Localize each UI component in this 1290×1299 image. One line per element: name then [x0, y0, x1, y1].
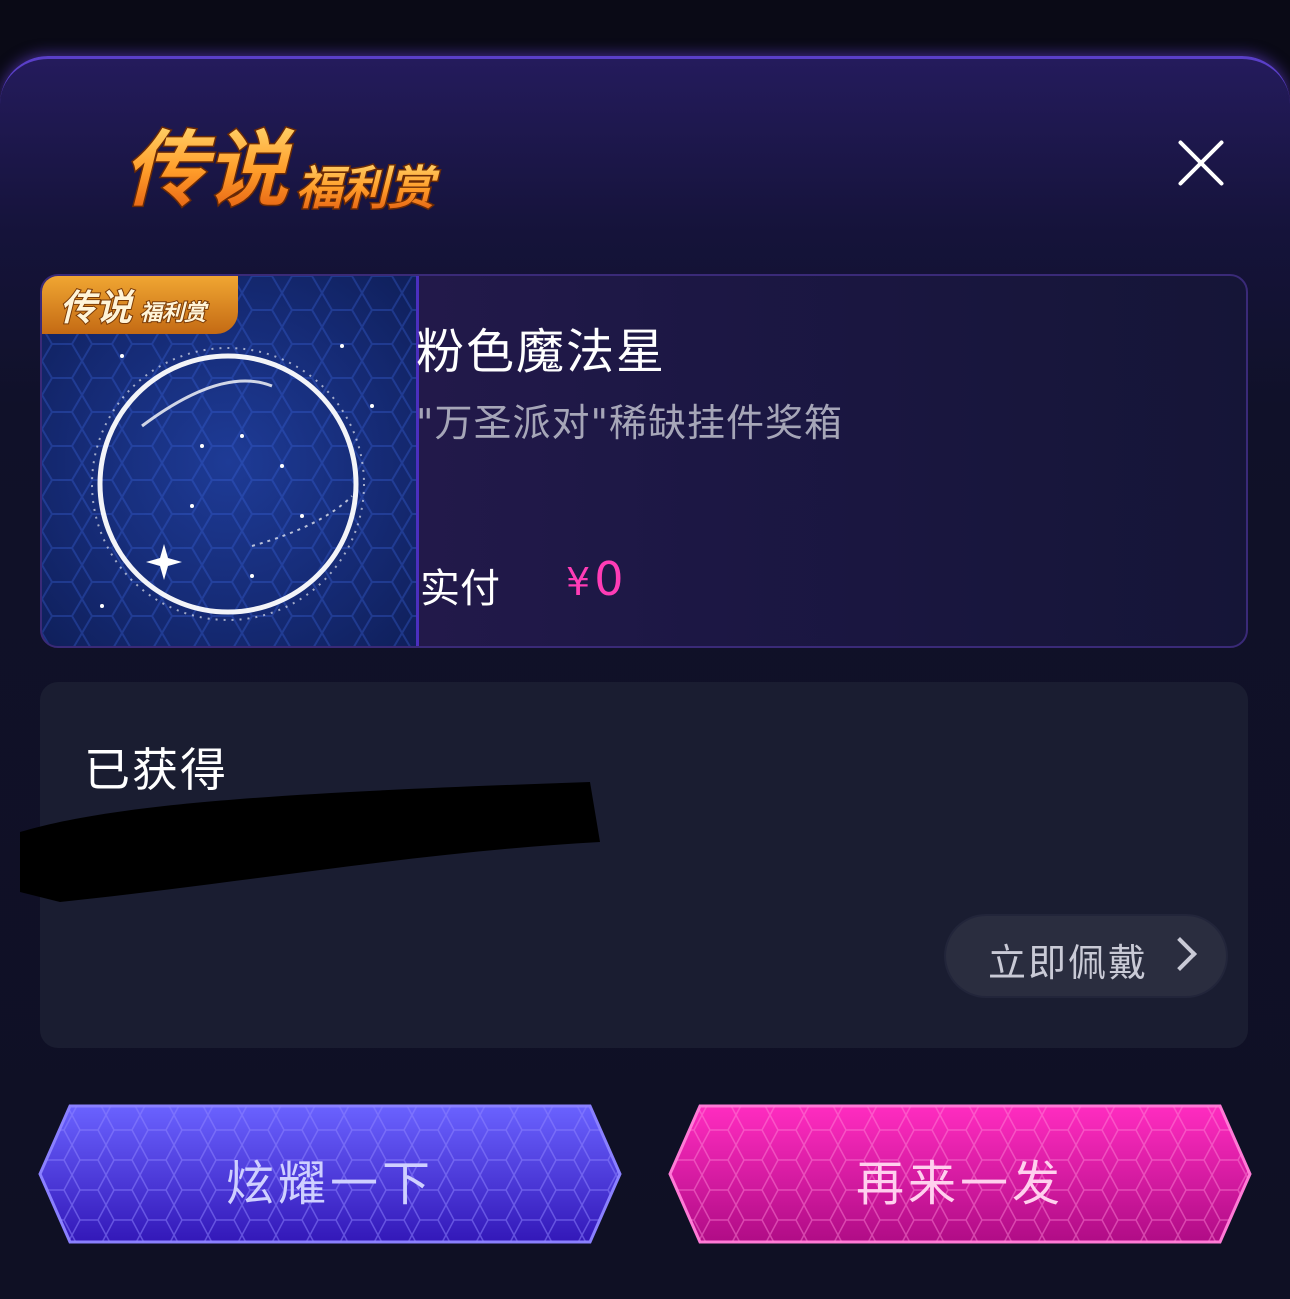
item-source: "万圣派对"稀缺挂件奖箱 — [416, 401, 843, 445]
svg-text:传说: 传说 — [124, 123, 295, 216]
pay-label: 实付 — [420, 566, 500, 612]
item-image: 传说 福利赏 — [42, 276, 419, 646]
wear-now-button[interactable]: 立即佩戴 — [946, 916, 1226, 996]
wear-now-label: 立即佩戴 — [988, 941, 1149, 985]
close-icon[interactable] — [1168, 130, 1234, 196]
svg-text:福利赏: 福利赏 — [296, 161, 440, 215]
item-name: 粉色魔法星 — [416, 324, 667, 380]
redaction-mark — [20, 782, 600, 902]
legend-welfare-badge: 传说 福利赏 — [42, 276, 238, 334]
obtained-panel: 已获得 立即佩戴 — [20, 682, 1248, 1048]
show-off-button[interactable]: 炫耀一下 — [38, 1100, 622, 1250]
legend-welfare-logo: 传说 福利赏 — [123, 122, 442, 217]
chevron-right-icon — [1163, 937, 1197, 971]
amount-value: 0 — [594, 552, 624, 606]
draw-again-button[interactable]: 再来一发 — [668, 1100, 1252, 1250]
currency-symbol: ¥ — [566, 560, 591, 604]
draw-again-label: 再来一发 — [855, 1156, 1064, 1212]
svg-text:传说: 传说 — [60, 288, 135, 329]
svg-text:福利赏: 福利赏 — [140, 300, 209, 326]
show-off-label: 炫耀一下 — [225, 1156, 434, 1212]
pay-amount: ¥0 — [566, 552, 623, 606]
